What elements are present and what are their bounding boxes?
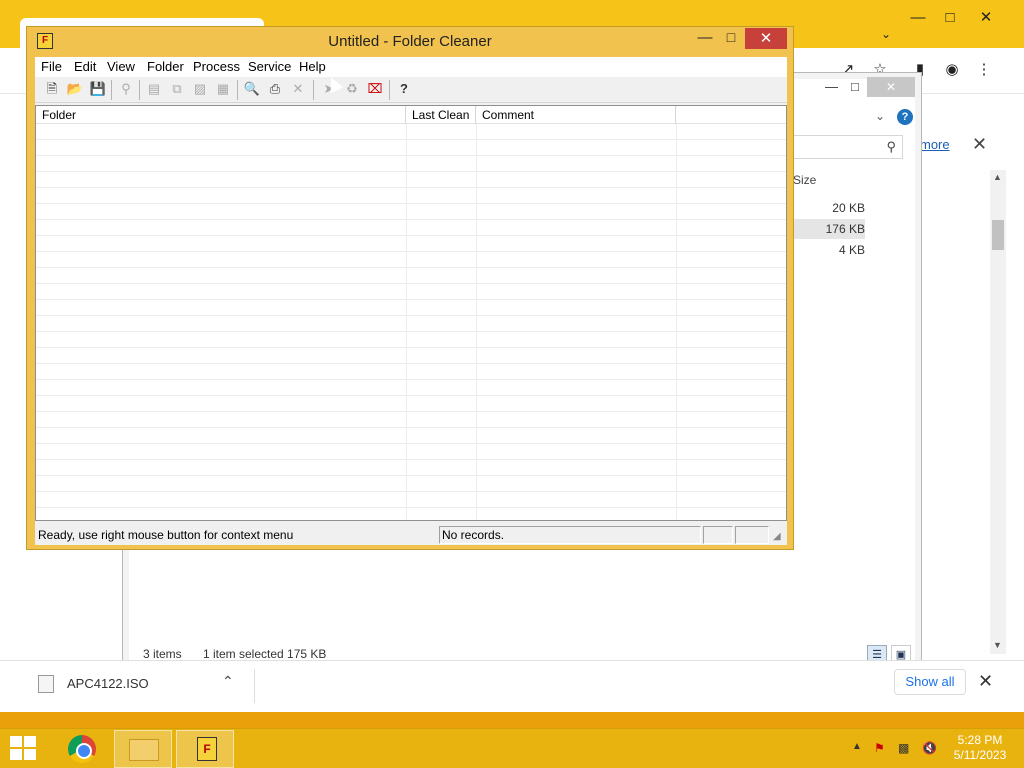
menu-process[interactable]: Process — [193, 59, 240, 74]
window-titlebar[interactable]: F Untitled - Folder Cleaner — □ ✕ — [27, 27, 793, 57]
file-size: 4 KB — [838, 243, 865, 257]
new-icon[interactable]: 🗎 — [43, 80, 61, 98]
menu-service[interactable]: Service — [248, 59, 291, 74]
shelf-close-icon[interactable]: ✕ — [978, 671, 993, 692]
column-last-clean[interactable]: Last Clean — [406, 106, 476, 124]
preview-icon[interactable]: 🔍 — [243, 80, 261, 98]
menu-help[interactable]: Help — [299, 59, 326, 74]
toolbar-divider — [313, 80, 314, 100]
taskbar-folder-cleaner[interactable]: F — [176, 730, 234, 768]
taskbar-file-explorer[interactable] — [114, 730, 172, 768]
copy-icon[interactable]: ⧉ — [168, 80, 186, 98]
recycle-icon[interactable]: ♻ — [343, 80, 361, 98]
search-input[interactable]: ⚲ — [791, 135, 903, 159]
page-scrollbar[interactable]: ▲ ▼ — [990, 170, 1006, 654]
scroll-up-icon[interactable]: ▲ — [993, 172, 1002, 182]
menu-bar: File Edit View Folder Process Service He… — [35, 57, 787, 77]
profile-avatar-icon[interactable]: ◉ — [938, 60, 966, 80]
file-size: 20 KB — [832, 201, 865, 215]
status-message: Ready, use right mouse button for contex… — [38, 528, 294, 542]
tab-search-chevron-icon[interactable]: ⌄ — [872, 24, 900, 44]
taskbar: F ▲ ⚑ ▩ 🔇 5:28 PM 5/11/2023 — [0, 728, 1024, 768]
toolbar: 🗎 📂 💾 ⚲ ▤ ⧉ ▨ ▦ 🔍 ⎙ ✕ ➤ ♻ ⌧ ? — [35, 77, 787, 103]
menu-edit[interactable]: Edit — [74, 59, 96, 74]
list-header: Folder Last Clean Comment — [36, 106, 786, 124]
chevron-up-icon[interactable]: ⌃ — [222, 673, 234, 690]
find-icon[interactable]: ⚲ — [117, 80, 135, 98]
start-button[interactable] — [10, 736, 38, 762]
toolbar-divider — [139, 80, 140, 100]
toolbar-divider — [237, 80, 238, 100]
file-icon — [38, 675, 54, 693]
print-icon[interactable]: ⎙ — [266, 80, 284, 98]
show-all-button[interactable]: Show all — [894, 669, 966, 695]
help-icon[interactable]: ? — [395, 80, 413, 98]
window-client-area: File Edit View Folder Process Service He… — [35, 57, 787, 545]
minimize-button[interactable]: — — [691, 29, 719, 49]
explorer-close-button[interactable]: ✕ — [867, 77, 915, 97]
status-bar: Ready, use right mouse button for contex… — [35, 523, 787, 545]
chrome-icon — [68, 735, 96, 763]
folder-cleaner-window: F Untitled - Folder Cleaner — □ ✕ File E… — [26, 26, 794, 550]
resize-grip-icon[interactable]: ◢ — [773, 531, 781, 542]
toolbar-divider — [111, 80, 112, 100]
folder-icon — [129, 739, 159, 761]
menu-kebab-icon[interactable]: ⋮ — [970, 60, 998, 80]
volume-muted-icon[interactable]: 🔇 — [922, 741, 937, 755]
properties-icon[interactable]: ▤ — [145, 80, 163, 98]
browser-minimize-button[interactable]: — — [904, 8, 932, 28]
network-icon[interactable]: ▩ — [898, 741, 909, 755]
clock-time: 5:28 PM — [957, 733, 1003, 747]
column-divider — [406, 124, 407, 520]
action-center-flag-icon[interactable]: ⚑ — [874, 741, 885, 755]
menu-folder[interactable]: Folder — [147, 59, 184, 74]
size-column-header[interactable]: Size — [793, 173, 816, 187]
system-clock[interactable]: 5:28 PM 5/11/2023 — [946, 733, 1014, 763]
folder-list[interactable]: Folder Last Clean Comment — [35, 105, 787, 521]
status-records: No records. — [439, 526, 701, 544]
status-item-count: 3 items — [143, 647, 182, 661]
column-divider — [476, 124, 477, 520]
file-size: 176 KB — [825, 222, 865, 236]
search-icon: ⚲ — [886, 139, 896, 154]
menu-file[interactable]: File — [41, 59, 62, 74]
save-icon[interactable]: 💾 — [89, 80, 107, 98]
divider — [254, 669, 255, 703]
clock-date: 5/11/2023 — [953, 748, 1007, 762]
close-button[interactable]: ✕ — [745, 28, 787, 49]
menu-view[interactable]: View — [107, 59, 135, 74]
ribbon-expand-icon[interactable]: ⌄ — [875, 109, 885, 123]
help-icon[interactable]: ? — [897, 109, 913, 125]
status-selection: 1 item selected 175 KB — [203, 647, 327, 661]
toolbar-divider — [389, 80, 390, 100]
explorer-maximize-button[interactable]: □ — [851, 79, 859, 94]
tray-chevron-up-icon[interactable]: ▲ — [852, 741, 862, 752]
column-folder[interactable]: Folder — [36, 106, 406, 124]
status-pane — [703, 526, 733, 544]
download-file-name[interactable]: APC4122.ISO — [67, 676, 149, 691]
report-icon[interactable]: ▦ — [214, 80, 232, 98]
learn-more-link[interactable]: more — [920, 137, 950, 152]
empty-rows — [36, 124, 786, 520]
maximize-button[interactable]: □ — [717, 29, 745, 49]
scroll-thumb[interactable] — [992, 220, 1004, 250]
taskbar-chrome[interactable] — [52, 730, 110, 768]
delete-icon[interactable]: ✕ — [289, 80, 307, 98]
browser-maximize-button[interactable]: □ — [936, 8, 964, 28]
scroll-down-icon[interactable]: ▼ — [993, 640, 1002, 650]
column-comment[interactable]: Comment — [476, 106, 676, 124]
folder-cleaner-icon: F — [197, 737, 217, 761]
paste-icon[interactable]: ▨ — [191, 80, 209, 98]
infobar-close-icon[interactable]: ✕ — [972, 134, 987, 155]
open-icon[interactable]: 📂 — [66, 80, 84, 98]
window-title: Untitled - Folder Cleaner — [328, 33, 492, 50]
download-shelf: APC4122.ISO ⌃ Show all ✕ — [0, 660, 1024, 712]
browser-close-button[interactable]: ✕ — [972, 8, 1000, 28]
status-pane — [735, 526, 769, 544]
explorer-minimize-button[interactable]: — — [825, 79, 838, 94]
column-divider — [676, 124, 677, 520]
stop-icon[interactable]: ⌧ — [366, 80, 384, 98]
